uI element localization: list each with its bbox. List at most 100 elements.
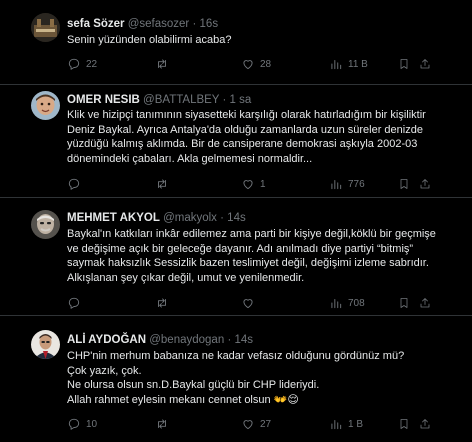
views-button[interactable]: 1 B bbox=[329, 416, 363, 432]
display-name[interactable]: OMER NESIB bbox=[67, 94, 140, 106]
like-count: 1 bbox=[260, 178, 266, 190]
bookmark-icon bbox=[400, 419, 408, 429]
timestamp[interactable]: 14s bbox=[227, 212, 246, 224]
separator: · bbox=[220, 212, 224, 224]
reply-button[interactable]: 22 bbox=[67, 56, 97, 72]
tweet-line: saymak haksızlık Sessizlik bazen teslimi… bbox=[67, 257, 429, 270]
reply-button[interactable] bbox=[67, 295, 86, 311]
like-count: 28 bbox=[260, 58, 272, 70]
share-icon bbox=[420, 59, 430, 69]
bookmark-button[interactable] bbox=[398, 176, 410, 192]
bookmark-button[interactable] bbox=[398, 56, 410, 72]
retweet-icon bbox=[158, 419, 166, 429]
like-button[interactable]: 28 bbox=[241, 56, 271, 72]
display-name[interactable]: sefa Sözer bbox=[67, 18, 125, 30]
retweet-icon bbox=[158, 59, 166, 69]
reply-icon bbox=[68, 297, 80, 309]
like-count: 27 bbox=[260, 418, 272, 430]
reply-icon bbox=[68, 418, 80, 430]
timestamp[interactable]: 14s bbox=[234, 334, 253, 346]
tweet-line: Çok yazık, çok. bbox=[67, 364, 142, 377]
views-button[interactable]: 708 bbox=[329, 295, 365, 311]
share-button[interactable] bbox=[419, 176, 431, 192]
tweet-header: MEHMET AKYOL @makyolx · 14s bbox=[67, 211, 246, 225]
tweet[interactable]: MEHMET AKYOL @makyolx · 14s Baykal'ın ka… bbox=[0, 198, 472, 316]
avatar-image bbox=[31, 330, 60, 359]
username[interactable]: @benaydogan bbox=[149, 334, 224, 346]
tweet[interactable]: sefa Sözer @sefasozer · 16s Senin yüzünd… bbox=[0, 0, 472, 85]
display-name[interactable]: MEHMET AKYOL bbox=[67, 212, 160, 224]
avatar-image bbox=[31, 91, 60, 120]
tweet-header: OMER NESIB @BATTALBEY · 1 sa bbox=[67, 93, 251, 107]
display-name[interactable]: ALİ AYDOĞAN bbox=[67, 334, 146, 346]
tweet-line: ve değişime açık bir geleceğe dayanır. A… bbox=[67, 242, 414, 255]
reply-count: 22 bbox=[86, 58, 98, 70]
tweet-line: Alkışlanan şey çıkar değil, umut ve yeni… bbox=[67, 271, 305, 284]
reply-button[interactable]: 10 bbox=[67, 416, 97, 432]
tweet-text: Baykal'ın katkıları inkâr edilemez ama p… bbox=[67, 227, 457, 285]
reply-icon bbox=[68, 178, 80, 190]
retweet-icon bbox=[158, 298, 166, 308]
bookmark-button[interactable] bbox=[398, 295, 410, 311]
views-button[interactable]: 11 B bbox=[329, 56, 368, 72]
avatar-image bbox=[31, 13, 60, 42]
views-icon bbox=[331, 180, 342, 190]
share-icon bbox=[420, 179, 430, 189]
username[interactable]: @BATTALBEY bbox=[143, 94, 219, 106]
avatar[interactable] bbox=[31, 330, 60, 359]
action-bar: 22 28 11 B bbox=[67, 56, 467, 72]
username[interactable]: @makyolx bbox=[163, 212, 217, 224]
action-bar: 1 776 bbox=[67, 176, 467, 192]
avatar[interactable] bbox=[31, 91, 60, 120]
like-button[interactable]: 27 bbox=[241, 416, 271, 432]
tweet-feed: sefa Sözer @sefasozer · 16s Senin yüzünd… bbox=[0, 0, 472, 442]
retweet-button[interactable] bbox=[155, 56, 174, 72]
tweet-line: Allah rahmet eylesin mekanı cennet olsun… bbox=[67, 393, 299, 406]
like-icon bbox=[243, 420, 253, 430]
tweet[interactable]: OMER NESIB @BATTALBEY · 1 sa Klik ve hiz… bbox=[0, 85, 472, 198]
tweet-header: ALİ AYDOĞAN @benaydogan · 14s bbox=[67, 333, 253, 347]
bookmark-button[interactable] bbox=[398, 416, 410, 432]
tweet-text: Senin yüzünden olabilirmi acaba? bbox=[67, 33, 457, 48]
views-icon bbox=[331, 60, 342, 70]
tweet-line: Klik ve hizipçi tanımının siyasetteki ka… bbox=[67, 109, 426, 121]
tweet-line: Deniz Baykal. Ayrıca Antalya'da olduğu z… bbox=[67, 123, 423, 136]
retweet-button[interactable] bbox=[155, 176, 174, 192]
views-count: 708 bbox=[348, 297, 365, 309]
action-bar: 708 bbox=[67, 295, 467, 311]
retweet-button[interactable] bbox=[155, 416, 174, 432]
share-button[interactable] bbox=[419, 56, 431, 72]
timestamp[interactable]: 16s bbox=[200, 18, 219, 30]
like-button[interactable] bbox=[241, 295, 260, 311]
separator: · bbox=[192, 18, 197, 30]
tweet-line: dönemindeki çabaları. Akla gelmemesi nor… bbox=[67, 152, 313, 165]
reply-button[interactable] bbox=[67, 176, 86, 192]
retweet-button[interactable] bbox=[155, 295, 174, 311]
like-icon bbox=[243, 60, 253, 70]
views-count: 11 B bbox=[348, 58, 368, 70]
avatar[interactable] bbox=[31, 210, 60, 239]
views-icon bbox=[331, 299, 342, 309]
share-button[interactable] bbox=[419, 295, 431, 311]
separator: · bbox=[227, 334, 232, 346]
tweet-text: CHP'nin merhum babanıza ne kadar vefasız… bbox=[67, 349, 457, 407]
like-icon bbox=[243, 180, 253, 190]
views-count: 1 B bbox=[348, 418, 364, 430]
avatar[interactable] bbox=[31, 13, 60, 42]
username[interactable]: @sefasozer bbox=[128, 18, 190, 30]
views-button[interactable]: 776 bbox=[329, 176, 365, 192]
share-icon bbox=[420, 419, 430, 429]
tweet[interactable]: ALİ AYDOĞAN @benaydogan · 14s CHP'nin me… bbox=[0, 316, 472, 442]
like-button[interactable]: 1 bbox=[241, 176, 266, 192]
reply-icon bbox=[68, 58, 80, 70]
action-bar: 10 27 1 B bbox=[67, 416, 467, 432]
avatar-image bbox=[31, 210, 60, 239]
like-icon bbox=[243, 299, 253, 309]
tweet-header: sefa Sözer @sefasozer · 16s bbox=[67, 17, 218, 31]
share-button[interactable] bbox=[419, 416, 431, 432]
timestamp[interactable]: 1 sa bbox=[230, 94, 252, 106]
tweet-line: Senin yüzünden olabilirmi acaba? bbox=[67, 34, 232, 46]
tweet-line: Baykal'ın katkıları inkâr edilemez ama p… bbox=[67, 228, 436, 240]
retweet-icon bbox=[158, 179, 166, 189]
tweet-line: Ne olursa olsun sn.D.Baykal güçlü bir CH… bbox=[67, 379, 320, 392]
